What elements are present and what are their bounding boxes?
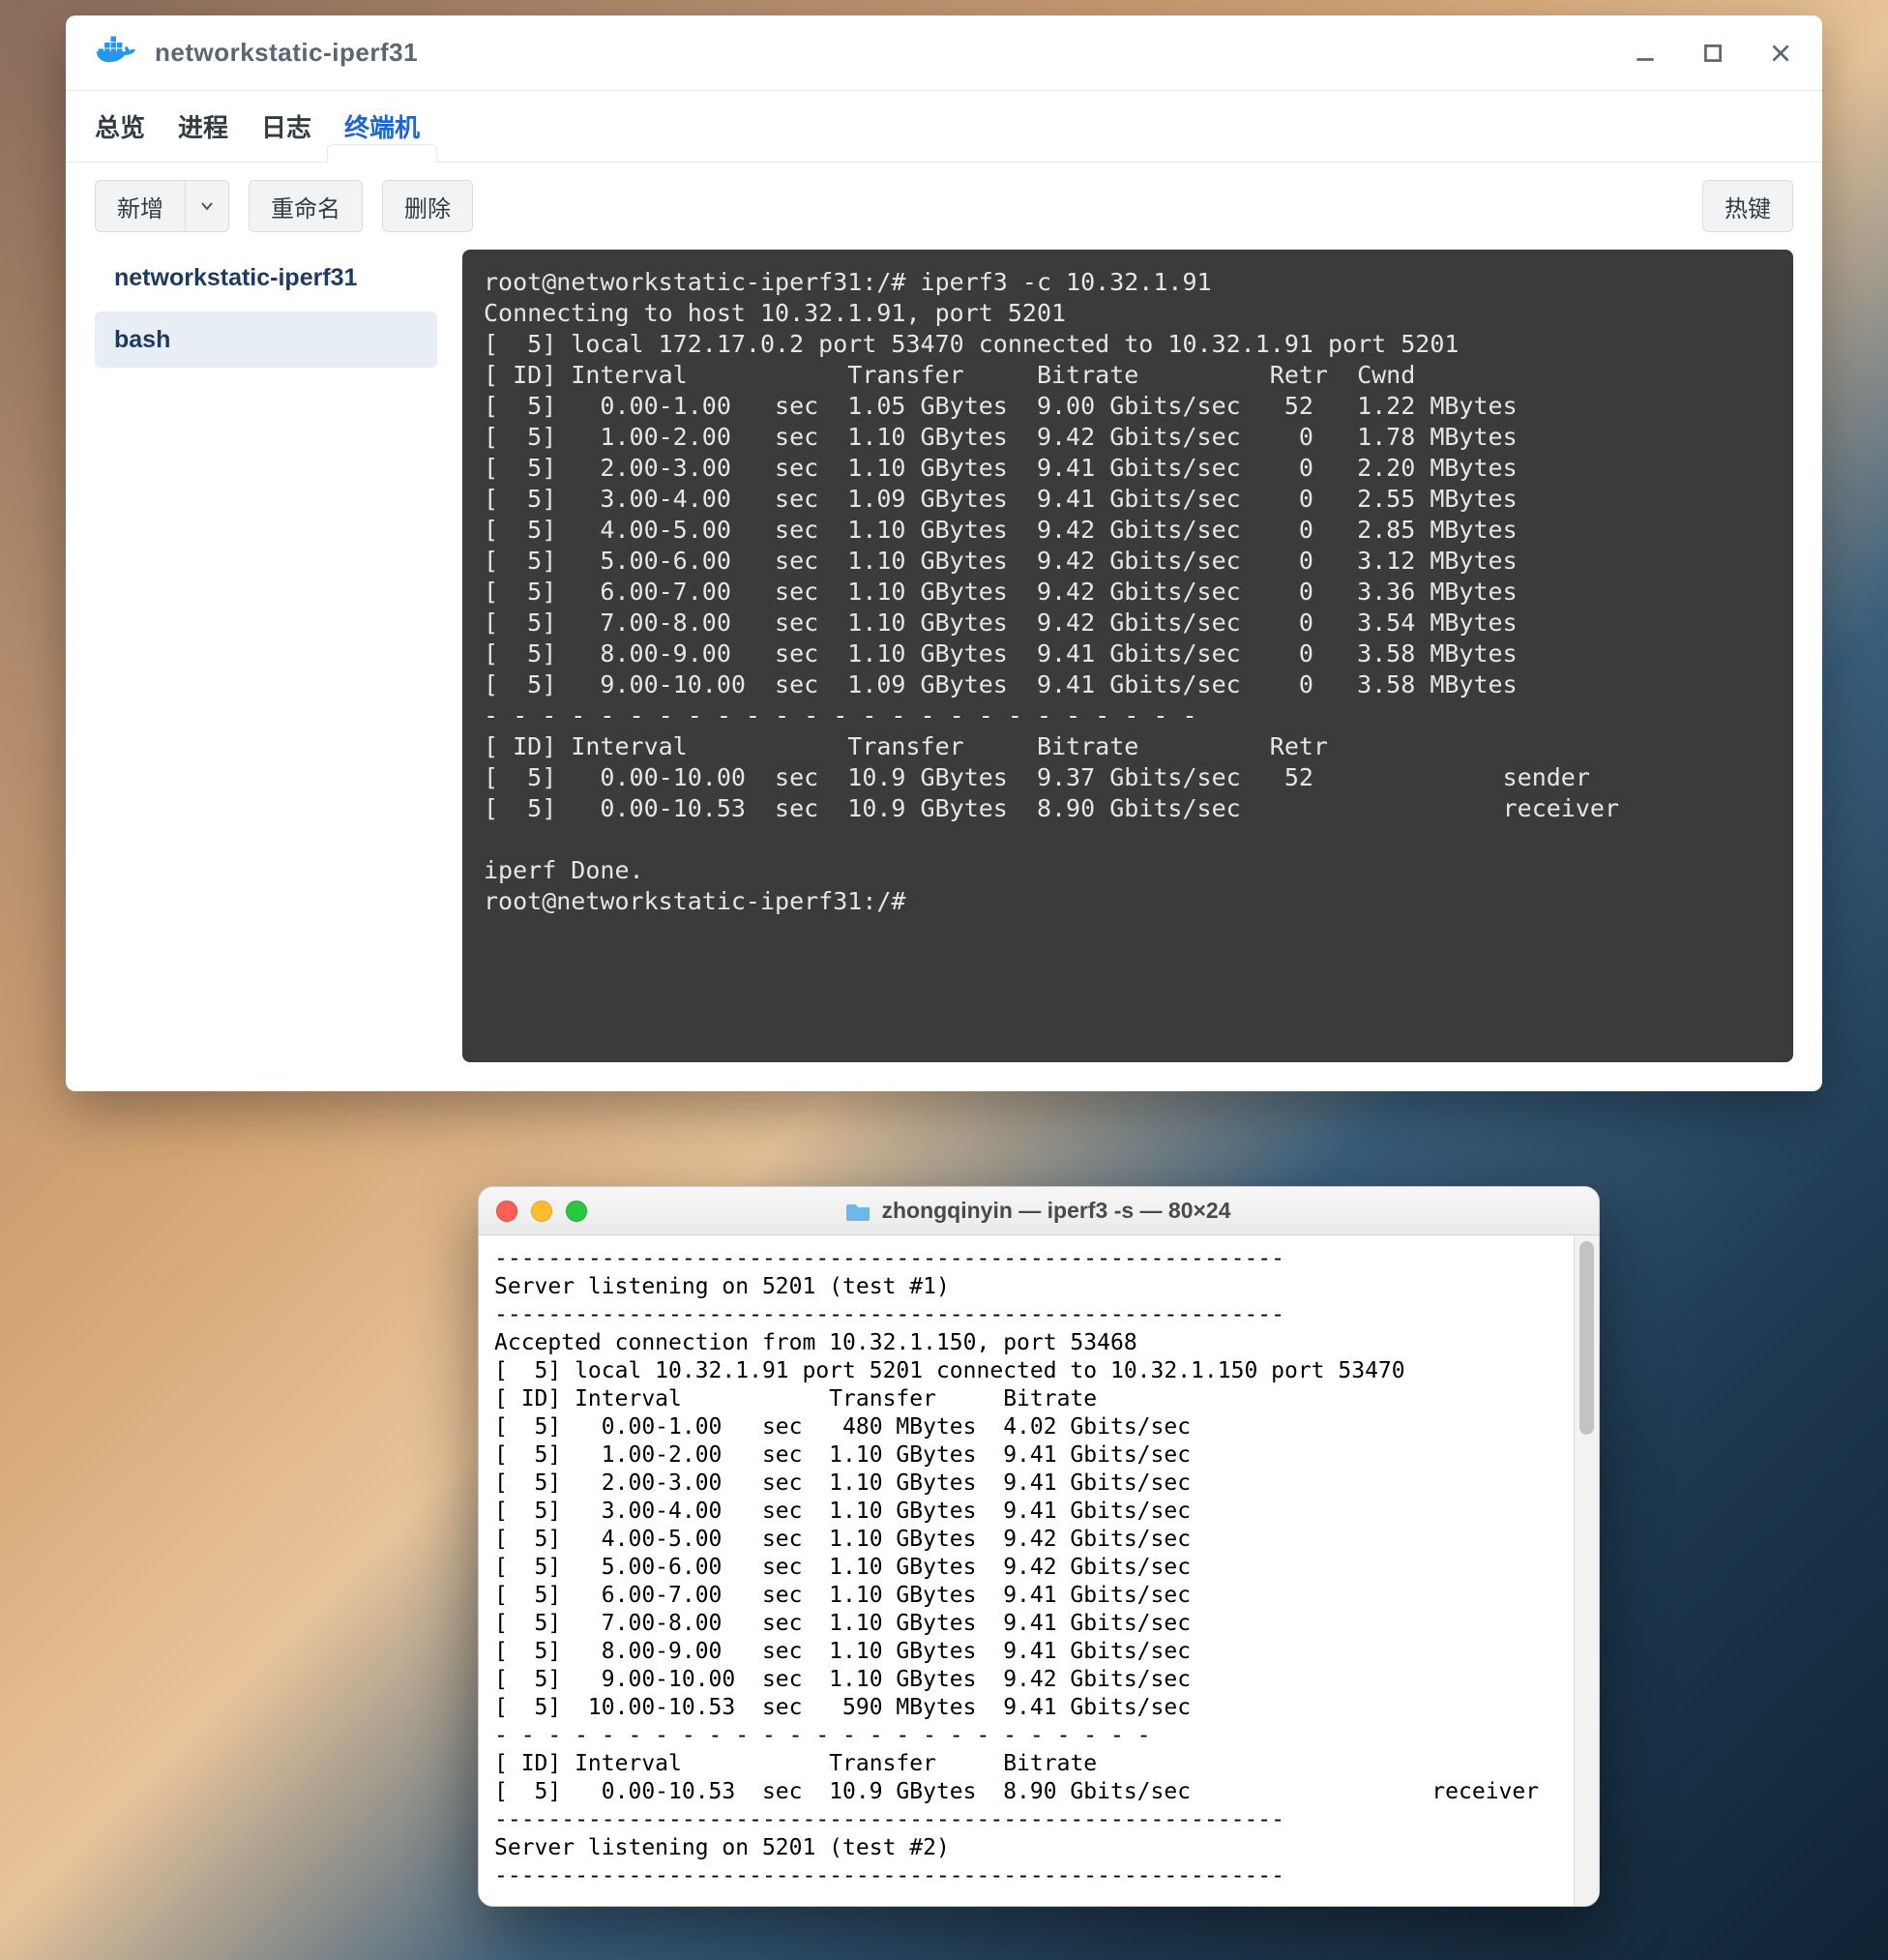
docker-terminal-output[interactable]: root@networkstatic-iperf31:/# iperf3 -c … — [462, 250, 1793, 1062]
chevron-down-icon[interactable] — [186, 198, 228, 214]
minimize-traffic-icon[interactable] — [531, 1201, 552, 1222]
docker-titlebar: networkstatic-iperf31 — [66, 15, 1822, 91]
close-traffic-icon[interactable] — [496, 1201, 517, 1222]
docker-toolbar: 新增 重命名 删除 热键 — [66, 163, 1822, 250]
rename-button[interactable]: 重命名 — [249, 180, 363, 232]
scrollbar-thumb[interactable] — [1579, 1241, 1594, 1435]
macos-terminal-output[interactable]: ----------------------------------------… — [479, 1235, 1574, 1906]
docker-window: networkstatic-iperf31 总览 进程 日志 终端机 新增 重命… — [66, 15, 1822, 1091]
new-button-label: 新增 — [96, 181, 186, 231]
tab-overview[interactable]: 总览 — [95, 108, 145, 162]
docker-logo-icon — [95, 36, 137, 71]
maximize-button[interactable] — [1700, 41, 1726, 66]
macos-titlebar: zhongqinyin — iperf3 -s — 80×24 — [479, 1187, 1599, 1235]
minimize-button[interactable] — [1633, 41, 1658, 66]
macos-terminal-window: zhongqinyin — iperf3 -s — 80×24 --------… — [478, 1186, 1600, 1907]
sidebar-item-iperf[interactable]: networkstatic-iperf31 — [95, 250, 437, 306]
sidebar-item-bash[interactable]: bash — [95, 312, 437, 368]
tab-process[interactable]: 进程 — [178, 108, 228, 162]
tab-terminal[interactable]: 终端机 — [344, 108, 420, 162]
macos-window-title: zhongqinyin — iperf3 -s — 80×24 — [881, 1198, 1230, 1224]
terminal-session-list: networkstatic-iperf31 bash — [95, 250, 437, 1062]
scrollbar[interactable] — [1574, 1235, 1599, 1906]
docker-window-title: networkstatic-iperf31 — [155, 38, 418, 68]
folder-icon — [846, 1201, 871, 1222]
new-button[interactable]: 新增 — [95, 180, 229, 232]
tab-log[interactable]: 日志 — [261, 108, 311, 162]
hotkeys-button[interactable]: 热键 — [1702, 180, 1793, 232]
close-button[interactable] — [1768, 41, 1793, 66]
zoom-traffic-icon[interactable] — [566, 1201, 587, 1222]
delete-button[interactable]: 删除 — [382, 180, 473, 232]
docker-tabs: 总览 进程 日志 终端机 — [66, 91, 1822, 163]
traffic-lights — [496, 1201, 587, 1222]
